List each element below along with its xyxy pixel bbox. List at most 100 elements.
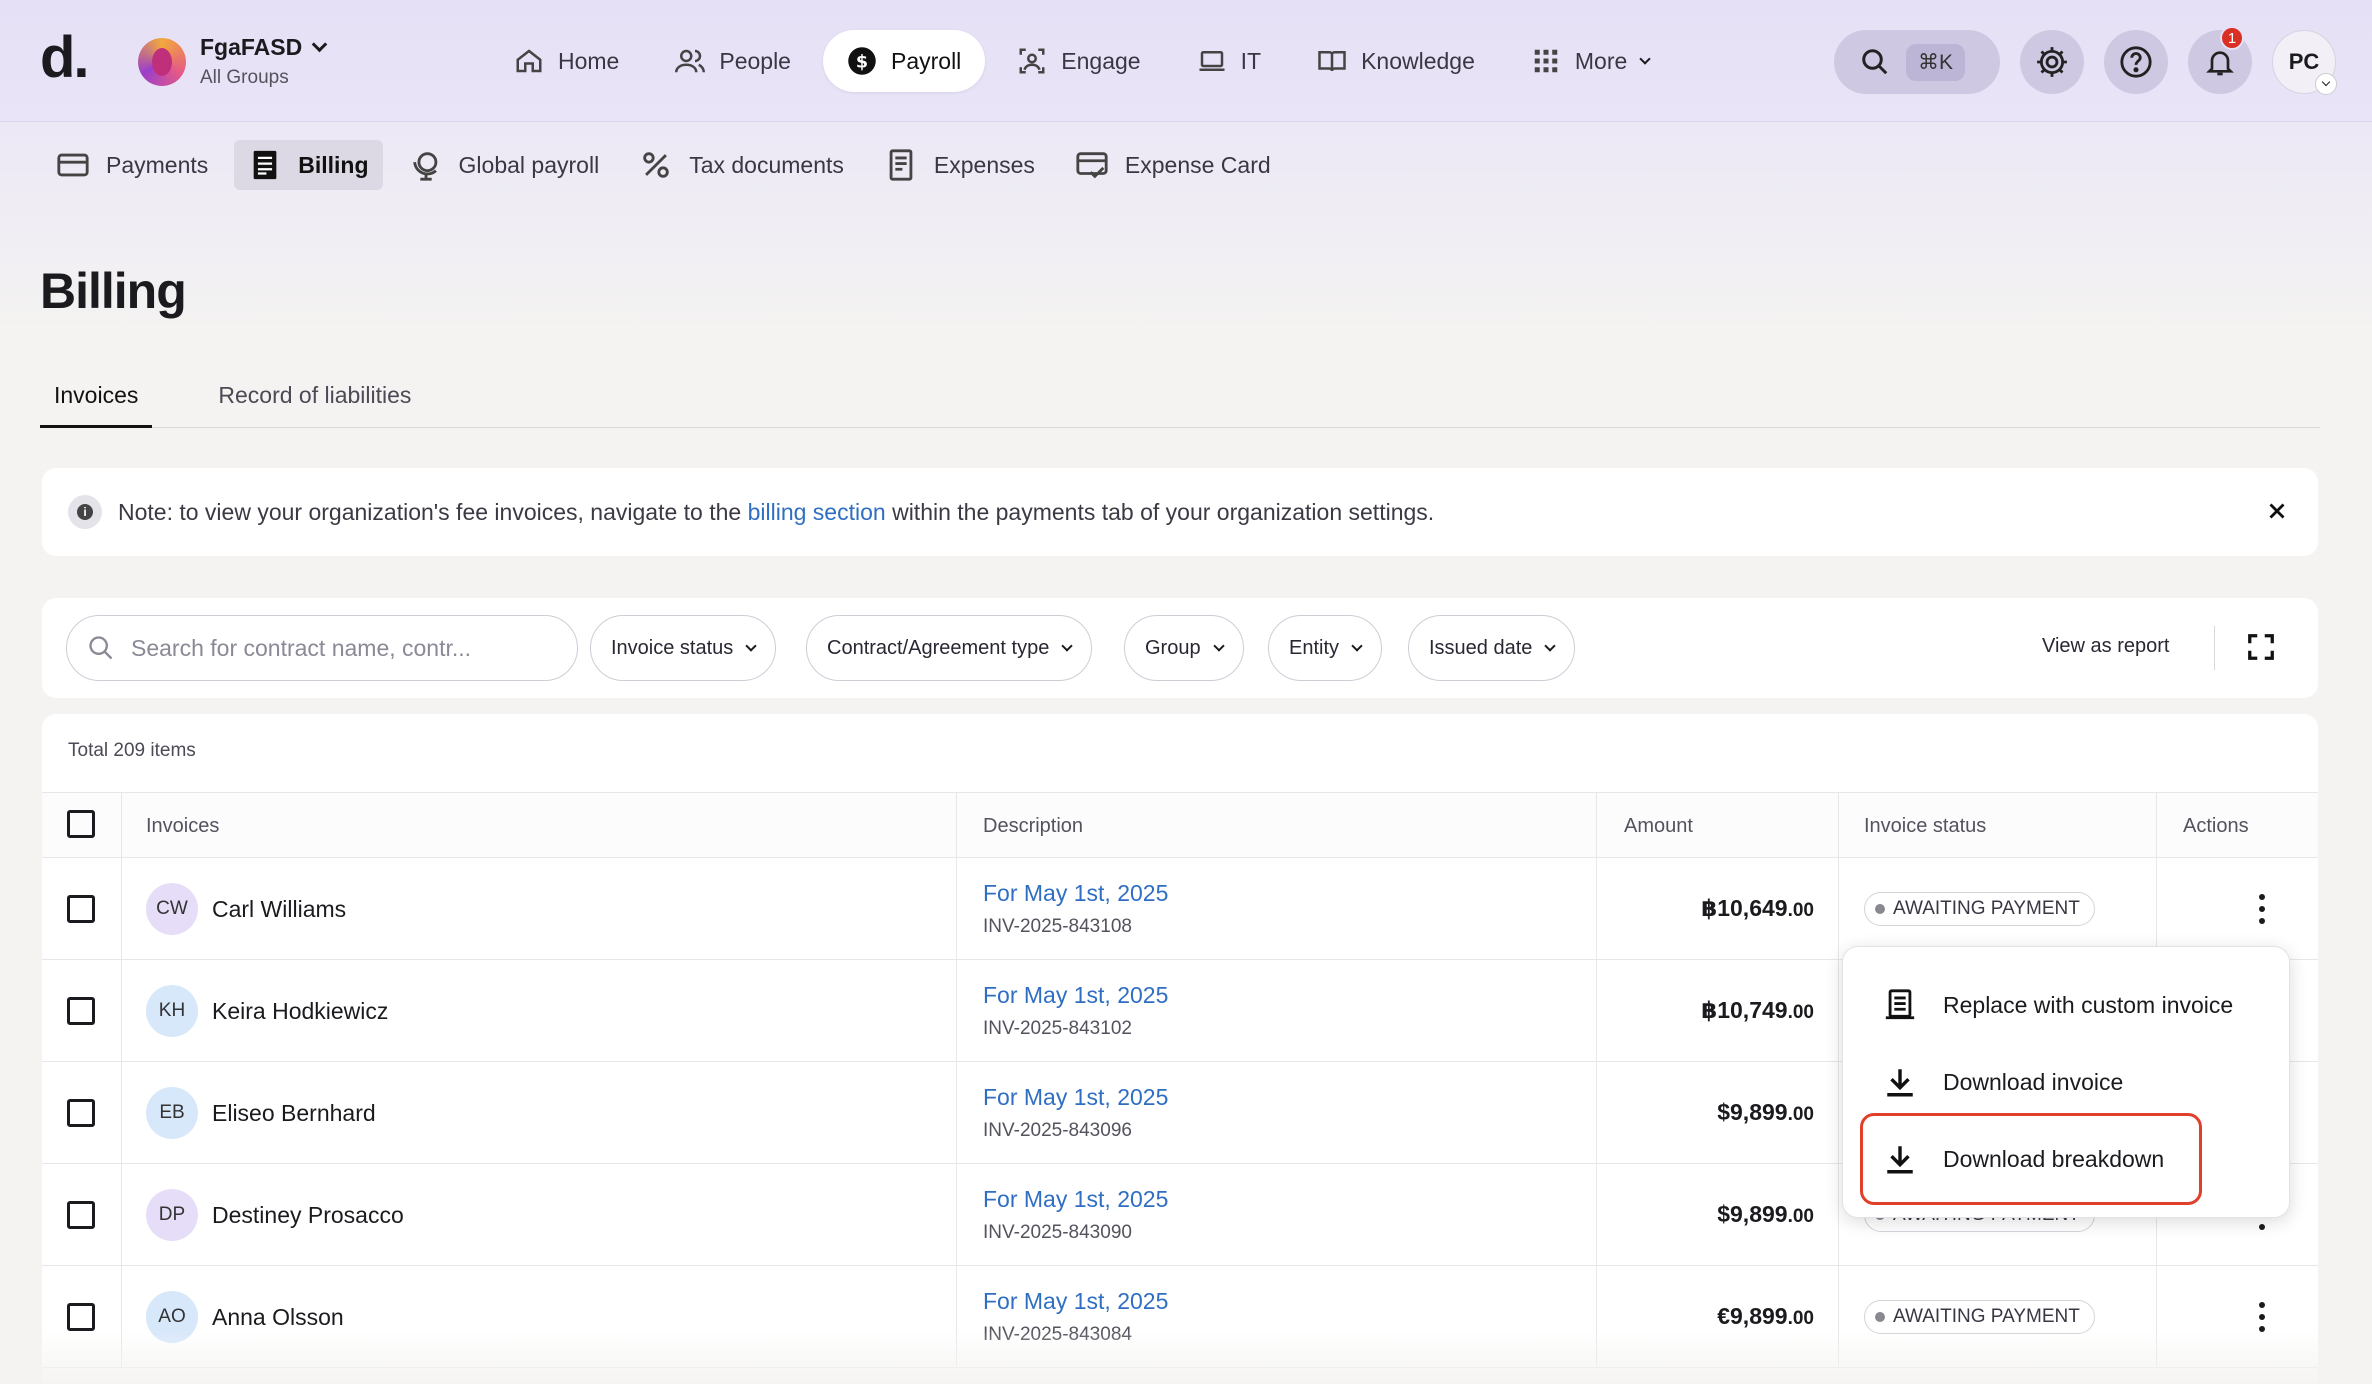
subnav-tax-documents[interactable]: Tax documents bbox=[625, 140, 858, 190]
menu-item-label: Download invoice bbox=[1943, 1068, 2124, 1095]
avatar: CW bbox=[146, 883, 198, 935]
filter-invoice-status[interactable]: Invoice status bbox=[590, 615, 777, 681]
chevron-down-icon bbox=[1544, 640, 1557, 652]
subnav-payments[interactable]: Payments bbox=[42, 140, 222, 190]
status-badge: AWAITING PAYMENT bbox=[1864, 892, 2095, 926]
nav-payroll[interactable]: $ Payroll bbox=[822, 30, 986, 92]
nav-people[interactable]: People bbox=[651, 30, 815, 92]
invoice-id: INV-2025-843090 bbox=[983, 1222, 1132, 1243]
tab-invoices[interactable]: Invoices bbox=[40, 372, 153, 428]
credit-card-icon bbox=[57, 153, 89, 177]
row-checkbox[interactable] bbox=[67, 895, 95, 923]
nav-knowledge[interactable]: Knowledge bbox=[1293, 30, 1499, 92]
select-all-checkbox[interactable] bbox=[67, 810, 95, 838]
invoice-description-link[interactable]: For May 1st, 2025 bbox=[983, 1186, 1168, 1213]
expenses-icon bbox=[889, 149, 913, 181]
employee-name[interactable]: Eliseo Bernhard bbox=[212, 1100, 376, 1127]
subnav-expense-card-label: Expense Card bbox=[1124, 151, 1271, 178]
user-avatar[interactable]: PC bbox=[2272, 30, 2337, 95]
filter-group[interactable]: Group bbox=[1124, 615, 1244, 681]
receipt-icon bbox=[1885, 989, 1915, 1020]
menu-item-label: Replace with custom invoice bbox=[1943, 991, 2234, 1018]
filter-contract-type[interactable]: Contract/Agreement type bbox=[806, 615, 1093, 681]
nav-engage-label: Engage bbox=[1061, 47, 1141, 74]
notifications-button[interactable]: 1 bbox=[2188, 26, 2252, 94]
top-right-controls: ⌘K 1 PC bbox=[1834, 26, 2337, 95]
gear-icon bbox=[2037, 47, 2067, 77]
menu-item-replace-custom-invoice[interactable]: Replace with custom invoice bbox=[1883, 981, 2233, 1029]
invoice-description-link[interactable]: For May 1st, 2025 bbox=[983, 1084, 1168, 1111]
column-header-invoices[interactable]: Invoices bbox=[146, 815, 219, 838]
download-icon bbox=[1887, 1069, 1913, 1097]
invoice-description-link[interactable]: For May 1st, 2025 bbox=[983, 982, 1168, 1009]
row-checkbox[interactable] bbox=[67, 1099, 95, 1127]
home-icon bbox=[516, 49, 542, 73]
filter-group-label: Group bbox=[1145, 636, 1201, 659]
app-logo[interactable]: d. bbox=[40, 28, 90, 88]
filter-entity-label: Entity bbox=[1289, 636, 1340, 659]
search-icon bbox=[1862, 49, 1888, 75]
more-actions-icon[interactable] bbox=[2258, 894, 2266, 924]
page-title: Billing bbox=[40, 263, 187, 319]
employee-name[interactable]: Anna Olsson bbox=[212, 1304, 344, 1331]
shortcut-hint: ⌘K bbox=[1906, 43, 1966, 81]
fullscreen-icon[interactable] bbox=[2246, 632, 2276, 662]
people-icon bbox=[675, 49, 706, 73]
org-avatar bbox=[138, 37, 186, 86]
subnav-expense-card[interactable]: Expense Card bbox=[1061, 140, 1285, 190]
globe-icon bbox=[412, 152, 437, 181]
invoice-amount: ฿10,749.00 bbox=[1701, 997, 1814, 1023]
row-checkbox[interactable] bbox=[67, 1201, 95, 1229]
card-check-icon bbox=[1076, 152, 1108, 179]
nav-it[interactable]: IT bbox=[1173, 30, 1285, 92]
search-input[interactable]: Search for contract name, contr... bbox=[66, 615, 578, 681]
nav-engage[interactable]: Engage bbox=[993, 30, 1164, 92]
help-icon bbox=[2120, 46, 2152, 78]
user-initials: PC bbox=[2288, 49, 2320, 74]
close-icon[interactable] bbox=[2264, 498, 2290, 524]
laptop-icon bbox=[1199, 51, 1225, 71]
invoice-id: INV-2025-843084 bbox=[983, 1324, 1132, 1345]
subnav-billing[interactable]: Billing bbox=[234, 140, 383, 190]
column-header-amount[interactable]: Amount bbox=[1624, 815, 1693, 838]
nav-payroll-label: Payroll bbox=[890, 47, 962, 74]
search-icon bbox=[89, 636, 113, 660]
invoice-description-link[interactable]: For May 1st, 2025 bbox=[983, 880, 1168, 907]
filter-entity[interactable]: Entity bbox=[1268, 615, 1383, 681]
chevron-down-icon bbox=[1212, 640, 1225, 652]
table-row[interactable]: CW Carl Williams For May 1st, 2025 INV-2025… bbox=[42, 858, 2318, 960]
top-bar: d. FgaFASD All Groups Home People $ Payr… bbox=[0, 0, 2372, 122]
column-header-actions: Actions bbox=[2183, 815, 2249, 837]
settings-button[interactable] bbox=[2020, 30, 2084, 94]
percent-icon bbox=[643, 152, 669, 178]
table-row[interactable]: AO Anna Olsson For May 1st, 2025 INV-2025-8… bbox=[42, 1266, 2318, 1368]
view-as-report-button[interactable]: View as report bbox=[2042, 635, 2169, 658]
invoice-amount: ฿10,649.00 bbox=[1701, 895, 1814, 921]
row-checkbox[interactable] bbox=[67, 997, 95, 1025]
nav-home[interactable]: Home bbox=[490, 30, 643, 92]
info-icon: i bbox=[68, 495, 102, 529]
employee-name[interactable]: Destiney Prosacco bbox=[212, 1202, 404, 1229]
nav-knowledge-label: Knowledge bbox=[1361, 47, 1475, 74]
row-checkbox[interactable] bbox=[67, 1303, 95, 1331]
nav-more[interactable]: More bbox=[1507, 30, 1673, 92]
global-search-button[interactable]: ⌘K bbox=[1834, 30, 2000, 94]
filter-issued-date[interactable]: Issued date bbox=[1408, 615, 1576, 681]
column-header-invoice-status[interactable]: Invoice status bbox=[1864, 815, 1986, 838]
tab-record-of-liabilities[interactable]: Record of liabilities bbox=[204, 372, 425, 428]
dollar-circle-icon: $ bbox=[848, 47, 876, 75]
employee-name[interactable]: Keira Hodkiewicz bbox=[212, 998, 388, 1025]
org-switcher[interactable]: FgaFASD All Groups bbox=[138, 34, 328, 89]
more-actions-icon[interactable] bbox=[2258, 1302, 2266, 1332]
subnav-expenses[interactable]: Expenses bbox=[870, 140, 1049, 190]
help-button[interactable] bbox=[2104, 30, 2168, 94]
employee-name[interactable]: Carl Williams bbox=[212, 896, 346, 923]
menu-item-download-invoice[interactable]: Download invoice bbox=[1883, 1058, 2123, 1106]
subnav-global-payroll[interactable]: Global payroll bbox=[395, 140, 614, 190]
column-header-description[interactable]: Description bbox=[983, 815, 1083, 838]
info-banner: i Note: to view your organization's fee … bbox=[42, 468, 2318, 556]
invoice-description-link[interactable]: For May 1st, 2025 bbox=[983, 1288, 1168, 1315]
engage-icon bbox=[1019, 48, 1045, 74]
note-prefix: Note: to view your organization's fee in… bbox=[118, 498, 748, 525]
billing-section-link[interactable]: billing section bbox=[748, 499, 886, 526]
